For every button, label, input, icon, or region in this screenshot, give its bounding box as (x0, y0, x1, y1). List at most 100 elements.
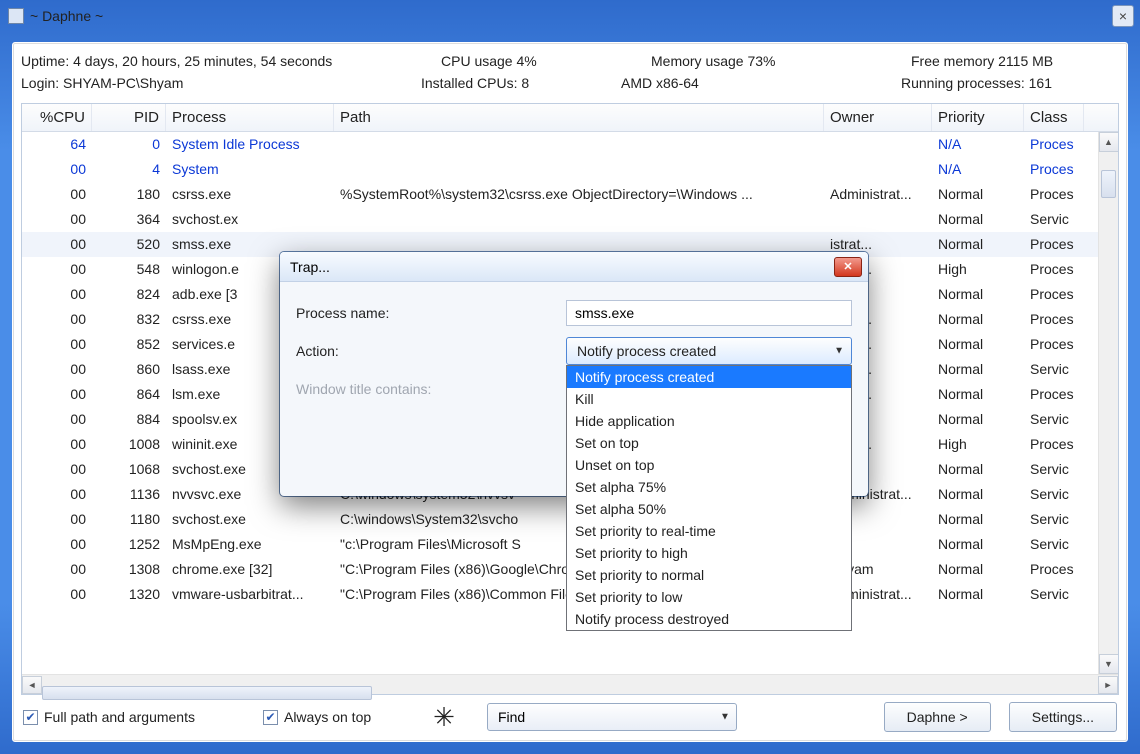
horizontal-scrollbar[interactable]: ◄ ► (22, 674, 1118, 694)
arch-label: AMD x86-64 (621, 75, 901, 91)
chevron-down-icon: ▼ (834, 346, 844, 357)
free-memory-label: Free memory 2115 MB (911, 53, 1073, 69)
col-class[interactable]: Class (1024, 104, 1084, 131)
find-combo[interactable]: Find ▼ (487, 703, 737, 731)
cell-cpu: 00 (22, 432, 92, 457)
windowtitle-label: Window title contains: (296, 381, 566, 397)
scroll-thumb[interactable] (1101, 170, 1116, 198)
cell-cpu: 00 (22, 582, 92, 607)
col-path[interactable]: Path (334, 104, 824, 131)
cell-class: Servic (1024, 532, 1084, 557)
dropdown-option[interactable]: Set priority to low (567, 586, 851, 608)
table-row[interactable]: 00180csrss.exe%SystemRoot%\system32\csrs… (22, 182, 1118, 207)
cell-process: svchost.exe (166, 507, 334, 532)
cell-priority: Normal (932, 582, 1024, 607)
running-procs-label: Running processes: 161 (901, 75, 1072, 91)
col-process[interactable]: Process (166, 104, 334, 131)
action-dropdown[interactable]: Notify process createdKillHide applicati… (566, 365, 852, 631)
dropdown-option[interactable]: Kill (567, 388, 851, 410)
alwaysontop-checkbox[interactable]: Always on top (263, 709, 371, 725)
cell-cpu: 00 (22, 482, 92, 507)
cell-class: Servic (1024, 582, 1084, 607)
fullpath-checkbox[interactable]: Full path and arguments (23, 709, 195, 725)
cell-pid: 364 (92, 207, 166, 232)
cell-pid: 1308 (92, 557, 166, 582)
action-select[interactable]: Notify process created ▼ Notify process … (566, 337, 852, 365)
cell-cpu: 00 (22, 282, 92, 307)
cell-process: System Idle Process (166, 132, 334, 157)
cell-path: %SystemRoot%\system32\csrss.exe ObjectDi… (334, 182, 824, 207)
dialog-close-button[interactable]: ✕ (834, 257, 862, 277)
cell-cpu: 00 (22, 207, 92, 232)
cell-cpu: 00 (22, 332, 92, 357)
cell-priority: High (932, 432, 1024, 457)
installed-cpus-label: Installed CPUs: 8 (421, 75, 621, 91)
col-priority[interactable]: Priority (932, 104, 1024, 131)
table-row[interactable]: 640System Idle ProcessN/AProces (22, 132, 1118, 157)
memory-usage-label: Memory usage 73% (651, 53, 911, 69)
scroll-up-icon[interactable]: ▲ (1099, 132, 1119, 152)
login-label: Login: SHYAM-PC\Shyam (21, 75, 421, 91)
cell-pid: 548 (92, 257, 166, 282)
cell-class: Servic (1024, 207, 1084, 232)
dropdown-option[interactable]: Set priority to real-time (567, 520, 851, 542)
cell-class: Servic (1024, 407, 1084, 432)
cell-priority: N/A (932, 132, 1024, 157)
dialog-title-bar[interactable]: Trap... ✕ (280, 252, 868, 282)
close-button[interactable]: × (1112, 5, 1134, 27)
scroll-right-icon[interactable]: ► (1098, 676, 1118, 694)
dropdown-option[interactable]: Notify process created (567, 366, 851, 388)
col-pid[interactable]: PID (92, 104, 166, 131)
cell-priority: Normal (932, 557, 1024, 582)
title-bar[interactable]: ~ Daphne ~ × (0, 0, 1140, 32)
find-placeholder: Find (498, 709, 525, 725)
dropdown-option[interactable]: Notify process destroyed (567, 608, 851, 630)
cell-class: Proces (1024, 432, 1084, 457)
cell-pid: 884 (92, 407, 166, 432)
scroll-down-icon[interactable]: ▼ (1099, 654, 1119, 674)
vertical-scrollbar[interactable]: ▲ ▼ (1098, 132, 1118, 674)
dropdown-option[interactable]: Set on top (567, 432, 851, 454)
col-cpu[interactable]: %CPU (22, 104, 92, 131)
cell-owner: Administrat... (824, 182, 932, 207)
cell-priority: Normal (932, 307, 1024, 332)
cell-pid: 852 (92, 332, 166, 357)
cell-class: Proces (1024, 157, 1084, 182)
cell-cpu: 00 (22, 232, 92, 257)
dropdown-option[interactable]: Set priority to high (567, 542, 851, 564)
cell-process: csrss.exe (166, 182, 334, 207)
table-row[interactable]: 00364svchost.exNormalServic (22, 207, 1118, 232)
cell-cpu: 00 (22, 407, 92, 432)
table-header: %CPU PID Process Path Owner Priority Cla… (22, 104, 1118, 132)
cell-class: Proces (1024, 382, 1084, 407)
daphne-button[interactable]: Daphne > (884, 702, 991, 732)
settings-button[interactable]: Settings... (1009, 702, 1117, 732)
table-row[interactable]: 004SystemN/AProces (22, 157, 1118, 182)
cell-class: Servic (1024, 482, 1084, 507)
cell-class: Proces (1024, 257, 1084, 282)
scroll-left-icon[interactable]: ◄ (22, 676, 42, 694)
procname-label: Process name: (296, 305, 566, 321)
cell-pid: 1136 (92, 482, 166, 507)
col-owner[interactable]: Owner (824, 104, 932, 131)
dropdown-option[interactable]: Set alpha 75% (567, 476, 851, 498)
cell-process: System (166, 157, 334, 182)
cell-class: Proces (1024, 182, 1084, 207)
procname-input[interactable] (566, 300, 852, 326)
dropdown-option[interactable]: Hide application (567, 410, 851, 432)
cell-class: Proces (1024, 557, 1084, 582)
dropdown-option[interactable]: Unset on top (567, 454, 851, 476)
cell-priority: Normal (932, 232, 1024, 257)
cell-priority: Normal (932, 532, 1024, 557)
cell-priority: Normal (932, 382, 1024, 407)
cell-pid: 180 (92, 182, 166, 207)
hscroll-thumb[interactable] (42, 686, 372, 700)
cell-cpu: 00 (22, 532, 92, 557)
dropdown-option[interactable]: Set alpha 50% (567, 498, 851, 520)
cell-class: Servic (1024, 507, 1084, 532)
dropdown-option[interactable]: Set priority to normal (567, 564, 851, 586)
cell-cpu: 00 (22, 257, 92, 282)
cell-path (334, 157, 824, 182)
crosshair-icon[interactable]: ✳ (419, 704, 469, 730)
cell-priority: Normal (932, 482, 1024, 507)
